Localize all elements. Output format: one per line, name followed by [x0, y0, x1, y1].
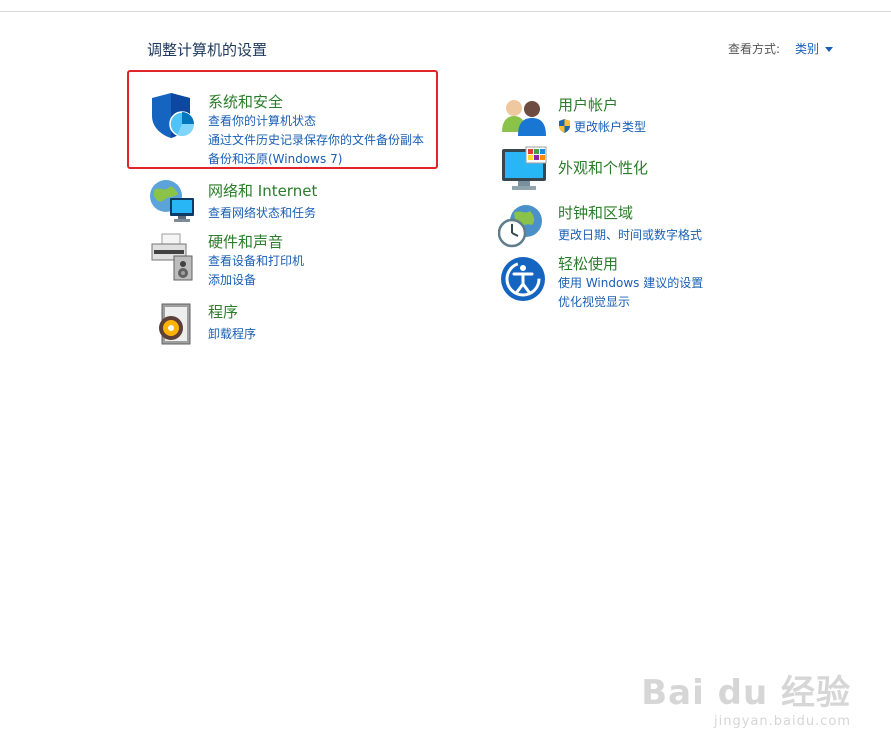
- link-devices-printers[interactable]: 查看设备和打印机: [208, 252, 304, 269]
- shield-icon[interactable]: [149, 92, 195, 140]
- category-user-accounts-title[interactable]: 用户帐户: [558, 94, 618, 115]
- watermark-main: Bai du 经验: [641, 673, 851, 713]
- link-backup-restore[interactable]: 备份和还原(Windows 7): [208, 150, 342, 167]
- link-optimize-visual-display[interactable]: 优化视觉显示: [558, 293, 630, 310]
- link-change-date-time-format[interactable]: 更改日期、时间或数字格式: [558, 226, 702, 243]
- clock-globe-icon[interactable]: [497, 203, 546, 249]
- network-globe-icon[interactable]: [148, 178, 196, 224]
- category-network-title[interactable]: 网络和 Internet: [208, 180, 317, 201]
- page-title: 调整计算机的设置: [147, 41, 268, 59]
- link-uninstall-program[interactable]: 卸载程序: [208, 325, 256, 342]
- view-by-label: 查看方式:: [728, 42, 781, 56]
- uac-shield-icon: [558, 118, 571, 133]
- link-add-device[interactable]: 添加设备: [208, 271, 256, 288]
- programs-box-icon[interactable]: [154, 302, 194, 346]
- link-file-history-backup[interactable]: 通过文件历史记录保存你的文件备份副本: [208, 131, 424, 148]
- category-programs-title[interactable]: 程序: [208, 301, 238, 322]
- category-appearance-title[interactable]: 外观和个性化: [558, 157, 648, 178]
- watermark: Bai du 经验 jingyan.baidu.com: [641, 665, 851, 729]
- printer-speaker-icon[interactable]: [148, 232, 196, 282]
- link-change-account-type[interactable]: 更改帐户类型: [574, 118, 646, 135]
- view-by-value: 类别: [795, 42, 820, 56]
- link-network-status[interactable]: 查看网络状态和任务: [208, 204, 316, 221]
- category-ease-of-access-title[interactable]: 轻松使用: [558, 253, 618, 274]
- user-accounts-icon[interactable]: [500, 96, 548, 138]
- category-hardware-title[interactable]: 硬件和声音: [208, 231, 283, 252]
- chevron-down-icon: [825, 47, 834, 52]
- appearance-monitor-icon[interactable]: [500, 145, 550, 193]
- link-recommended-settings[interactable]: 使用 Windows 建议的设置: [558, 274, 703, 291]
- view-by-dropdown[interactable]: 类别: [795, 40, 834, 57]
- category-clock-region-title[interactable]: 时钟和区域: [558, 202, 633, 223]
- top-divider: [0, 11, 891, 12]
- link-view-computer-status[interactable]: 查看你的计算机状态: [208, 112, 316, 129]
- category-system-security-title[interactable]: 系统和安全: [208, 91, 283, 112]
- watermark-sub: jingyan.baidu.com: [714, 714, 851, 729]
- ease-of-access-icon[interactable]: [500, 256, 546, 302]
